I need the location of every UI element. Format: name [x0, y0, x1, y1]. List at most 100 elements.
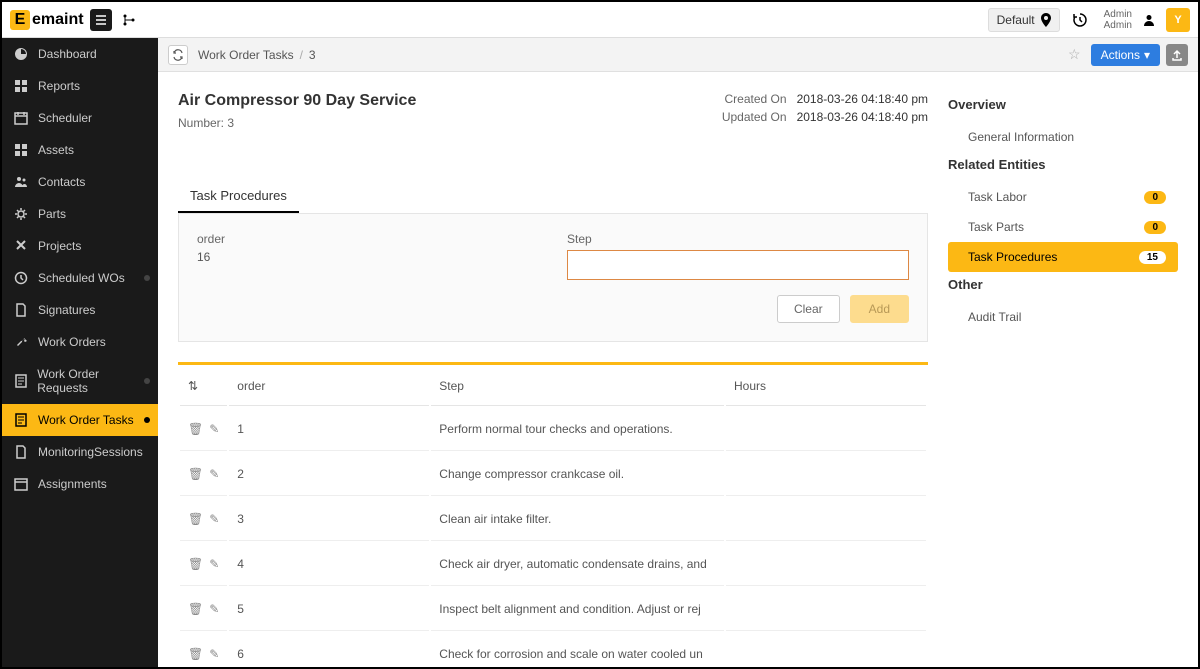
monitoring-icon — [12, 445, 30, 459]
delete-icon[interactable]: 🗑 — [188, 602, 203, 616]
logo-icon: E — [10, 10, 30, 30]
parts-icon — [12, 207, 30, 221]
add-button[interactable]: Add — [850, 295, 909, 323]
col-step[interactable]: Step — [431, 367, 724, 406]
cell-step: Inspect belt alignment and condition. Ad… — [431, 588, 724, 631]
sidebar-item-work-orders[interactable]: Work Orders — [2, 326, 158, 358]
panel-task-parts[interactable]: Task Parts 0 — [948, 212, 1178, 242]
sidebar-label: Work Order Requests — [37, 367, 148, 395]
menu-toggle-button[interactable] — [90, 9, 112, 31]
delete-icon[interactable]: 🗑 — [188, 422, 203, 436]
panel-task-labor[interactable]: Task Labor 0 — [948, 182, 1178, 212]
sidebar-label: Assets — [38, 143, 74, 157]
favorite-button[interactable]: ☆ — [1068, 46, 1081, 63]
topbar: E emaint Default Admin Admin Y — [2, 2, 1198, 38]
sidebar-label: Dashboard — [38, 47, 97, 61]
indicator-dot — [144, 417, 150, 423]
assets-icon — [12, 143, 30, 157]
delete-icon[interactable]: 🗑 — [188, 647, 203, 661]
cell-hours — [726, 588, 926, 631]
order-label: order — [197, 232, 537, 246]
sidebar-item-work-order-requests[interactable]: Work Order Requests — [2, 358, 158, 404]
edit-icon[interactable]: ✎ — [209, 647, 219, 661]
tree-toggle-button[interactable] — [118, 9, 140, 31]
table-row: 🗑✎2Change compressor crankcase oil. — [180, 453, 926, 496]
col-sort[interactable]: ⇅ — [180, 367, 227, 406]
sidebar-item-dashboard[interactable]: Dashboard — [2, 38, 158, 70]
step-input[interactable] — [567, 250, 909, 280]
sidebar-item-signatures[interactable]: Signatures — [2, 294, 158, 326]
cell-hours — [726, 498, 926, 541]
edit-icon[interactable]: ✎ — [209, 512, 219, 526]
sidebar-item-work-order-tasks[interactable]: Work Order Tasks — [2, 404, 158, 436]
step-label: Step — [567, 232, 909, 246]
section-tabs: Task Procedures — [178, 180, 928, 214]
panel-general-info[interactable]: General Information — [948, 122, 1178, 152]
actions-button[interactable]: Actions ▾ — [1091, 44, 1160, 66]
sidebar-item-contacts[interactable]: Contacts — [2, 166, 158, 198]
table-row: 🗑✎4Check air dryer, automatic condensate… — [180, 543, 926, 586]
sidebar-item-scheduler[interactable]: Scheduler — [2, 102, 158, 134]
sidebar-item-scheduled-wos[interactable]: Scheduled WOs — [2, 262, 158, 294]
sidebar-label: Assignments — [38, 477, 107, 491]
sidebar-item-assignments[interactable]: Assignments — [2, 468, 158, 500]
sync-button[interactable] — [168, 45, 188, 65]
panel-audit-trail[interactable]: Audit Trail — [948, 302, 1178, 332]
delete-icon[interactable]: 🗑 — [188, 512, 203, 526]
cell-order: 5 — [229, 588, 429, 631]
cell-order: 2 — [229, 453, 429, 496]
table-row: 🗑 ✎ 6Check for corrosion and scale on wate… — [180, 633, 926, 667]
sidebar-item-reports[interactable]: Reports — [2, 70, 158, 102]
sidebar-item-parts[interactable]: Parts — [2, 198, 158, 230]
edit-icon[interactable]: ✎ — [209, 557, 219, 571]
breadcrumb-bar: Work Order Tasks / 3 ☆ Actions ▾ — [158, 38, 1198, 72]
sidebar-label: MonitoringSessions — [38, 445, 143, 459]
sidebar-item-projects[interactable]: Projects — [2, 230, 158, 262]
clear-button[interactable]: Clear — [777, 295, 840, 323]
delete-icon[interactable]: 🗑 — [188, 467, 203, 481]
sidebar-label: Work Orders — [38, 335, 106, 349]
cell-step: Clean air intake filter. — [431, 498, 724, 541]
breadcrumb-id: 3 — [309, 48, 316, 62]
panel-other-heading: Other — [948, 277, 1178, 292]
logo: E emaint — [10, 10, 84, 30]
content-left: Air Compressor 90 Day Service Number: 3 … — [158, 72, 948, 667]
sidebar-label: Scheduled WOs — [38, 271, 125, 285]
edit-icon[interactable]: ✎ — [209, 467, 219, 481]
delete-icon[interactable]: 🗑 — [188, 557, 203, 571]
cell-step: Check air dryer, automatic condensate dr… — [431, 543, 724, 586]
updated-on: Updated On 2018-03-26 04:18:40 pm — [722, 110, 928, 124]
table-row: 🗑 ✎ 5Inspect belt alignment and condition.… — [180, 588, 926, 631]
page-title: Air Compressor 90 Day Service — [178, 92, 722, 110]
indicator-dot — [144, 275, 150, 281]
sidebar-item-assets[interactable]: Assets — [2, 134, 158, 166]
breadcrumb-link[interactable]: Work Order Tasks — [198, 48, 294, 62]
breadcrumb-separator: / — [300, 48, 303, 62]
edit-icon[interactable]: ✎ — [209, 422, 219, 436]
cell-hours — [726, 453, 926, 496]
cell-order: 1 — [229, 408, 429, 451]
sidebar-label: Contacts — [38, 175, 85, 189]
panel-task-procedures[interactable]: Task Procedures 15 — [948, 242, 1178, 272]
location-selector[interactable]: Default — [988, 8, 1060, 32]
sidebar-item-monitoring-sessions[interactable]: MonitoringSessions — [2, 436, 158, 468]
col-order[interactable]: order — [229, 367, 429, 406]
signatures-icon — [12, 303, 30, 317]
cell-order: 6 — [229, 633, 429, 667]
history-button[interactable] — [1066, 8, 1094, 32]
edit-icon[interactable]: ✎ — [209, 602, 219, 616]
task-procedures-badge: 15 — [1139, 251, 1166, 264]
share-button[interactable] — [1166, 44, 1188, 66]
sort-icon: ⇅ — [188, 379, 198, 393]
chevron-down-icon: ▾ — [1144, 48, 1150, 62]
cell-step: Check for corrosion and scale on water c… — [431, 633, 724, 667]
col-hours[interactable]: Hours — [726, 367, 926, 406]
work-order-tasks-icon — [12, 413, 30, 427]
avatar[interactable]: Y — [1166, 8, 1190, 32]
tab-task-procedures[interactable]: Task Procedures — [178, 180, 299, 213]
sidebar-label: Projects — [38, 239, 81, 253]
cell-hours — [726, 633, 926, 667]
cell-hours — [726, 408, 926, 451]
cell-order: 3 — [229, 498, 429, 541]
user-icon[interactable] — [1138, 9, 1160, 31]
